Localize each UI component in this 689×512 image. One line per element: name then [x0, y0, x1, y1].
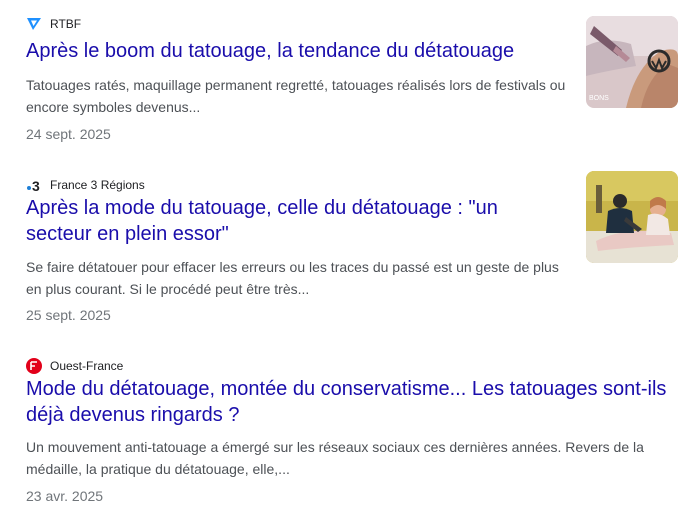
article-snippet: Se faire détatouer pour effacer les erre…: [26, 259, 559, 297]
article-snippet: Tatouages ratés, maquillage permanent re…: [26, 77, 566, 115]
ouest-france-logo-icon: [26, 358, 42, 374]
article-headline-link[interactable]: Après la mode du tatouage, celle du déta…: [26, 195, 566, 247]
article-snippet: Un mouvement anti-tatouage a émergé sur …: [26, 439, 644, 477]
thumbnail-caption: BONS: [589, 95, 609, 102]
news-feed: RTBF Après le boom du tatouage, la tenda…: [0, 0, 689, 512]
source-name: Ouest-France: [50, 359, 124, 373]
article-headline-link[interactable]: Mode du détatouage, montée du conservati…: [26, 376, 686, 428]
article-date: 25 sept. 2025: [26, 307, 111, 323]
france3-logo-icon: 3: [26, 177, 42, 194]
rtbf-logo-icon: [26, 16, 42, 32]
source-name: RTBF: [50, 17, 82, 31]
article-headline-link[interactable]: Après le boom du tatouage, la tendance d…: [26, 38, 546, 64]
source-link[interactable]: 3 France 3 Régions: [26, 176, 145, 194]
article-date: 24 sept. 2025: [26, 126, 111, 142]
tattoo-removal-arm-thumbnail[interactable]: BONS: [586, 16, 678, 108]
article-date: 23 avr. 2025: [26, 488, 104, 504]
source-name: France 3 Régions: [50, 178, 145, 192]
source-link[interactable]: Ouest-France: [26, 357, 123, 375]
svg-text:3: 3: [32, 178, 40, 193]
clinic-laser-session-thumbnail[interactable]: [586, 171, 678, 263]
source-link[interactable]: RTBF: [26, 15, 81, 33]
